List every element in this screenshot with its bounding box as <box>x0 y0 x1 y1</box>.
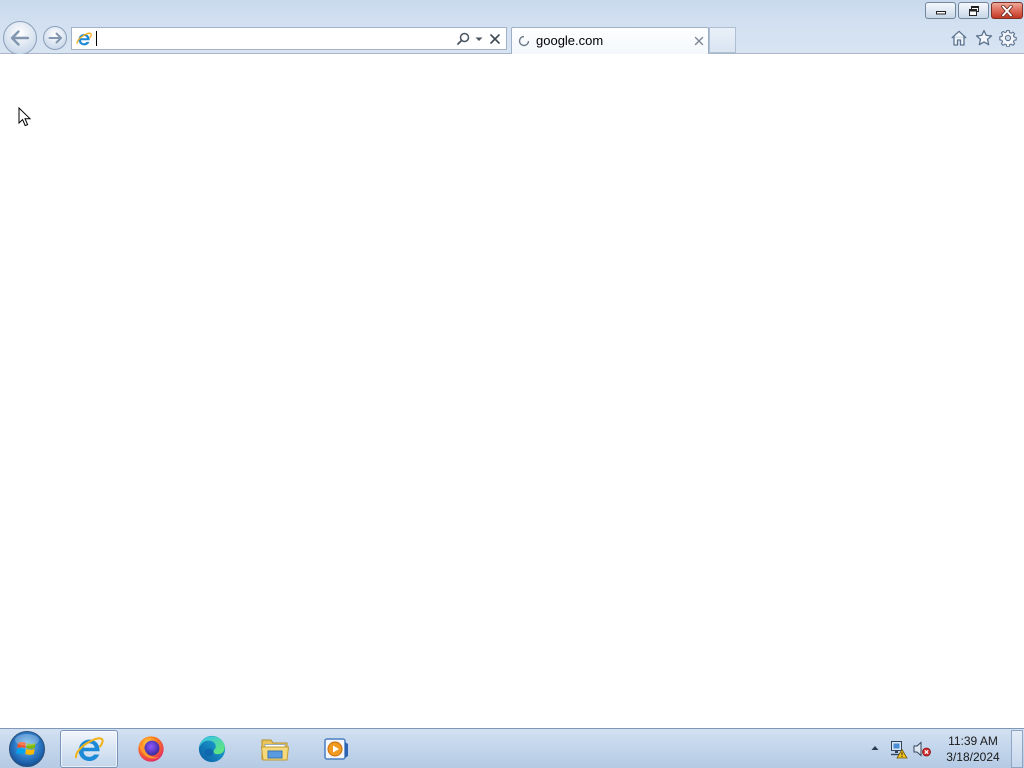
internet-explorer-icon <box>75 737 104 761</box>
volume-muted-icon <box>913 741 931 757</box>
start-button[interactable] <box>7 730 47 768</box>
restore-button[interactable] <box>958 2 989 19</box>
network-warning-icon <box>891 741 908 759</box>
volume-tray-button[interactable] <box>912 739 932 759</box>
taskbar-item-internet-explorer[interactable] <box>60 730 118 768</box>
close-icon <box>1000 4 1014 17</box>
search-button[interactable] <box>455 31 471 47</box>
taskbar-item-firefox[interactable] <box>122 730 180 768</box>
browser-toolbar: google.com <box>0 0 1024 56</box>
taskbar-item-media-player[interactable] <box>307 730 365 768</box>
forward-arrow-icon <box>42 25 68 51</box>
loading-spinner-icon <box>518 35 530 47</box>
browser-tab[interactable]: google.com <box>511 27 709 54</box>
browser-window: google.com <box>0 0 1024 728</box>
file-explorer-icon <box>260 739 290 761</box>
minimize-icon <box>935 7 947 15</box>
text-caret <box>96 31 97 46</box>
network-tray-button[interactable] <box>888 739 908 759</box>
edge-icon <box>198 735 226 763</box>
chevron-down-icon <box>475 37 483 41</box>
back-arrow-icon <box>2 20 38 56</box>
mouse-pointer-icon <box>18 107 32 127</box>
clock-time: 11:39 AM <box>948 734 998 748</box>
address-dropdown-button[interactable] <box>474 33 484 45</box>
clock-date: 3/18/2024 <box>946 750 1000 764</box>
close-icon <box>694 36 704 46</box>
address-bar[interactable] <box>71 27 507 50</box>
tab-close-button[interactable] <box>693 35 705 47</box>
tools-button[interactable] <box>999 29 1017 47</box>
internet-explorer-icon <box>76 31 92 47</box>
restore-icon <box>967 5 981 17</box>
home-button[interactable] <box>950 29 968 47</box>
tab-title: google.com <box>536 33 604 48</box>
system-clock[interactable]: 11:39 AM 3/18/2024 <box>942 733 1004 765</box>
close-window-button[interactable] <box>991 2 1023 19</box>
firefox-icon <box>138 736 164 762</box>
search-icon <box>457 32 470 45</box>
stop-button[interactable] <box>488 32 502 46</box>
close-icon <box>490 34 500 44</box>
chevron-up-icon <box>871 746 879 750</box>
media-player-icon <box>324 738 348 760</box>
page-content[interactable] <box>0 54 1024 728</box>
taskbar-item-edge[interactable] <box>183 730 241 768</box>
star-icon <box>975 29 993 46</box>
taskbar: 11:39 AM 3/18/2024 <box>0 728 1024 768</box>
new-tab-button[interactable] <box>709 27 736 53</box>
gear-icon <box>999 29 1017 47</box>
taskbar-item-file-explorer[interactable] <box>246 730 304 768</box>
address-input[interactable] <box>95 30 451 47</box>
forward-button[interactable] <box>42 25 68 51</box>
favorites-button[interactable] <box>975 29 993 47</box>
show-hidden-icons-button[interactable] <box>869 743 881 753</box>
home-icon <box>951 30 967 46</box>
windows-start-orb-icon <box>9 731 45 767</box>
show-desktop-button[interactable] <box>1011 730 1023 768</box>
back-button[interactable] <box>2 20 38 56</box>
minimize-button[interactable] <box>925 2 956 19</box>
